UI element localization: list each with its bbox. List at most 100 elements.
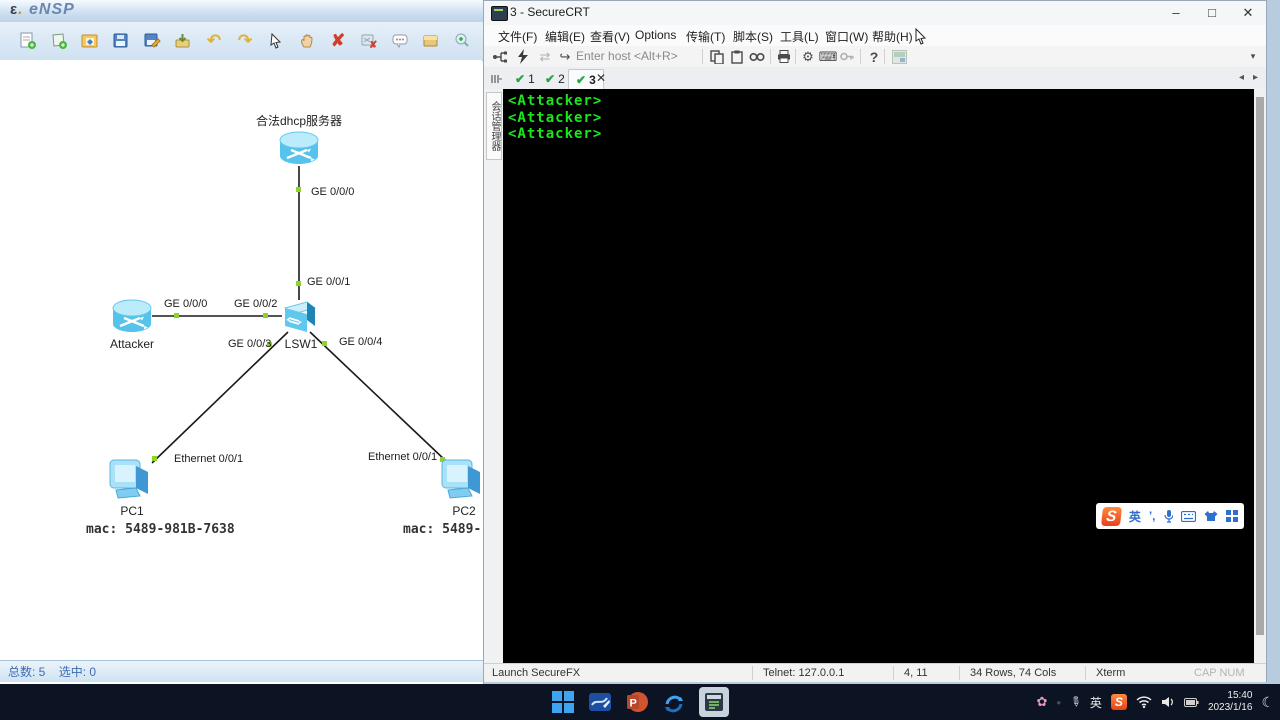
save-icon[interactable] <box>107 26 135 55</box>
key-icon[interactable] <box>838 48 856 65</box>
help-icon[interactable]: ? <box>865 48 883 65</box>
port-label: GE 0/0/2 <box>234 298 278 310</box>
menu-script[interactable]: 脚本(S) <box>727 28 779 45</box>
delete-link-icon[interactable]: ✘ <box>355 26 383 55</box>
keymap-icon[interactable]: ⌨ <box>819 48 838 65</box>
print-icon[interactable] <box>775 48 793 65</box>
node-pc1[interactable] <box>106 458 156 507</box>
terminal-scrollbar[interactable] <box>1254 89 1266 663</box>
svg-text:P: P <box>630 698 637 710</box>
whiteboard-app-icon[interactable] <box>588 690 612 714</box>
mac-label: mac: 5489-981B-7638 <box>86 522 235 537</box>
toolbar-overflow-icon[interactable]: ▾ <box>1244 48 1262 65</box>
tab-scroll-right-icon[interactable]: ▸ <box>1253 72 1258 83</box>
tab-2[interactable]: ✔ 2 <box>538 69 572 88</box>
menu-tools[interactable]: 工具(L) <box>774 28 825 45</box>
menu-help[interactable]: 帮助(H) <box>866 28 919 45</box>
tab-1[interactable]: ✔ 1 <box>508 69 542 88</box>
host-input[interactable]: Enter host <Alt+R> <box>576 49 706 63</box>
tab-scroll-left-icon[interactable]: ◂ <box>1239 72 1244 83</box>
node-dhcp-server[interactable] <box>277 130 321 173</box>
status-size: 34 Rows, 74 Cols <box>959 666 1085 680</box>
open-icon[interactable] <box>76 26 104 55</box>
status-emulation: Xterm <box>1085 666 1184 680</box>
close-button[interactable]: ✕ <box>1230 1 1266 25</box>
options-gear-icon[interactable]: ⚙ <box>799 48 817 65</box>
tray-speaker-icon[interactable] <box>1161 696 1175 708</box>
port-label: Ethernet 0/0/1 <box>174 453 244 465</box>
paste-icon[interactable] <box>728 48 746 65</box>
text-note-icon[interactable] <box>386 26 414 55</box>
ensp-window: ε. eNSP ↶ ↷ ✘ ✘ GE 0/0/0 GE 0/0/1 GE 0/0… <box>0 0 484 684</box>
tray-time: 15:40 <box>1227 690 1253 701</box>
sogou-keyboard-icon[interactable] <box>1181 510 1197 522</box>
maximize-button[interactable]: □ <box>1194 1 1230 25</box>
select-cursor-icon[interactable] <box>262 26 290 55</box>
find-icon[interactable] <box>748 48 766 65</box>
scrollbar-thumb[interactable] <box>1256 97 1264 635</box>
export-icon[interactable] <box>169 26 197 55</box>
start-button[interactable] <box>551 690 575 714</box>
node-lsw1[interactable] <box>281 298 319 341</box>
copy-icon[interactable] <box>708 48 726 65</box>
sogou-logo-icon[interactable]: S <box>1101 506 1122 526</box>
securefx-icon[interactable] <box>890 48 908 65</box>
crt-titlebar[interactable]: 3 - SecureCRT – □ ✕ <box>484 1 1266 25</box>
sidebar-toggle-icon[interactable] <box>487 70 505 87</box>
tab-close-icon[interactable]: ✕ <box>596 71 606 85</box>
tab-connected-icon: ✔ <box>545 71 556 86</box>
new-test-icon[interactable] <box>45 26 73 55</box>
ensp-status-total: 总数: 5 <box>8 665 46 679</box>
tray-wifi-icon[interactable] <box>1136 696 1152 708</box>
crt-statusbar: Launch SecureFX Telnet: 127.0.0.1 4, 11 … <box>484 663 1266 682</box>
taskbar: P ✿ • ✎ 英 S 15:40 2023/1/16 ☾ <box>0 684 1280 720</box>
minimize-button[interactable]: – <box>1158 1 1194 25</box>
tray-hidden-icon[interactable]: • <box>1056 695 1061 710</box>
delete-icon[interactable]: ✘ <box>324 26 352 55</box>
topology-canvas[interactable]: GE 0/0/0 GE 0/0/1 GE 0/0/0 GE 0/0/2 GE 0… <box>0 60 482 660</box>
sogou-punct-icon[interactable]: ’, <box>1149 509 1156 523</box>
save-as-icon[interactable] <box>138 26 166 55</box>
undo-icon[interactable]: ↶ <box>200 26 228 55</box>
node-pc2[interactable] <box>438 458 482 507</box>
tray-battery-icon[interactable] <box>1183 697 1199 708</box>
reconnect-icon[interactable]: ⇄ <box>536 48 554 65</box>
quick-connect-icon[interactable] <box>514 48 532 65</box>
taskbar-center: P <box>551 684 729 720</box>
session-manager-icon[interactable] <box>490 48 508 65</box>
status-connection: Telnet: 127.0.0.1 <box>752 666 893 680</box>
taskbar-tray: ✿ • ✎ 英 S 15:40 2023/1/16 ☾ <box>1037 684 1274 720</box>
node-label: LSW1 <box>284 337 318 351</box>
menu-transfer[interactable]: 传输(T) <box>680 28 731 45</box>
tray-language-indicator[interactable]: 英 <box>1090 694 1102 711</box>
session-manager-tab[interactable]: 会话管理器 <box>486 92 502 160</box>
launch-securefx[interactable]: Launch SecureFX <box>484 667 588 679</box>
sogou-skin-icon[interactable] <box>1204 510 1218 522</box>
rect-note-icon[interactable] <box>417 26 445 55</box>
tray-pen-icon[interactable]: ✎ <box>1066 692 1085 711</box>
ensp-app-icon[interactable] <box>662 690 686 714</box>
tray-clock[interactable]: 15:40 2023/1/16 <box>1208 690 1253 714</box>
sogou-lang-mode[interactable]: 英 <box>1129 508 1141 525</box>
securecrt-taskbar-active[interactable] <box>699 687 729 717</box>
sogou-toolbox-icon[interactable] <box>1226 510 1238 522</box>
sogou-mic-icon[interactable] <box>1163 509 1174 523</box>
tab-label: 2 <box>558 71 565 86</box>
ensp-title: eNSP <box>29 1 75 18</box>
tray-sogou-icon[interactable]: S <box>1110 694 1127 710</box>
ensp-titlebar[interactable]: ε. eNSP <box>0 0 483 23</box>
tray-moon-icon[interactable]: ☾ <box>1261 694 1274 711</box>
pan-hand-icon[interactable] <box>293 26 321 55</box>
menu-file[interactable]: 文件(F) <box>492 28 543 45</box>
tray-flower-icon[interactable]: ✿ <box>1037 694 1048 710</box>
port-label: GE 0/0/3 <box>228 338 272 350</box>
redo-icon[interactable]: ↷ <box>231 26 259 55</box>
node-attacker[interactable] <box>110 298 154 341</box>
new-topology-icon[interactable] <box>14 26 42 55</box>
terminal[interactable]: <Attacker> <Attacker> <Attacker> <box>503 89 1254 663</box>
powerpoint-app-icon[interactable]: P <box>625 690 649 714</box>
zoom-in-icon[interactable] <box>448 26 476 55</box>
sogou-input-bar[interactable]: S 英 ’, <box>1096 503 1244 529</box>
menu-options[interactable]: Options <box>629 28 682 42</box>
connect-in-tab-icon[interactable]: ↪ <box>556 48 574 65</box>
